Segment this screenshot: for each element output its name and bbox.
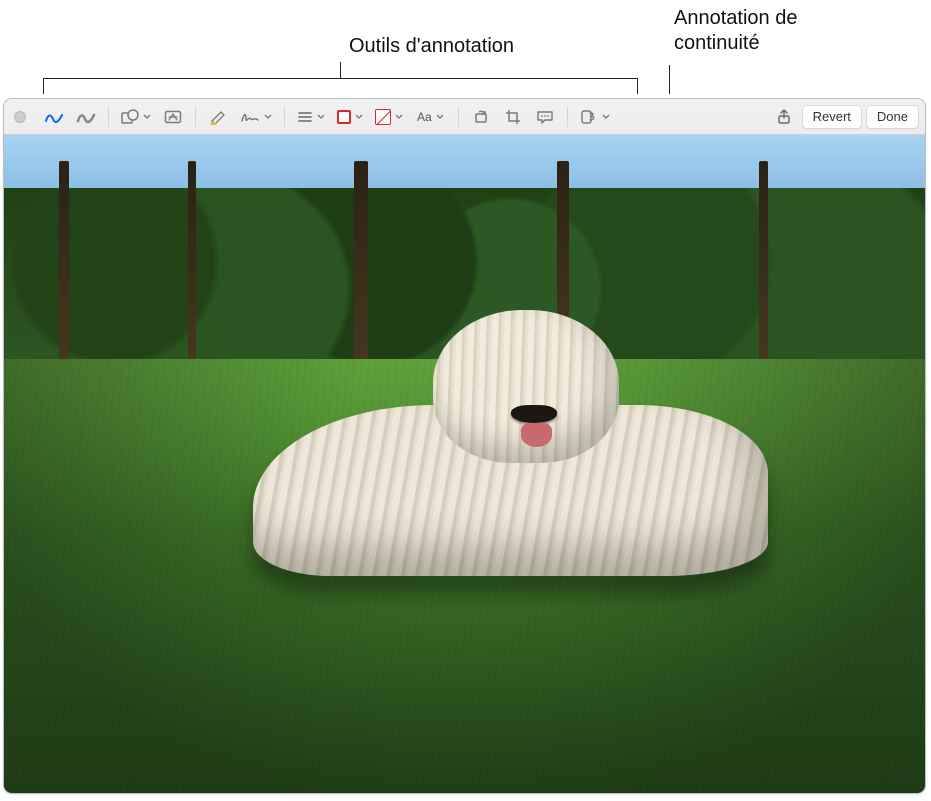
toolbar-separator bbox=[567, 107, 568, 127]
callout-bracket-stem bbox=[340, 62, 341, 78]
border-color-swatch bbox=[337, 110, 351, 124]
toolbar-separator bbox=[284, 107, 285, 127]
fill-color-swatch bbox=[375, 109, 391, 125]
dog-tongue bbox=[521, 423, 552, 447]
chevron-down-icon bbox=[395, 113, 403, 121]
rotate-icon bbox=[473, 109, 489, 125]
callout-continuity-annotation: Annotation de continuité bbox=[674, 6, 797, 56]
chevron-down-icon bbox=[355, 113, 363, 121]
shape-style-icon bbox=[297, 109, 313, 125]
markup-window: Aa Revert Done bbox=[3, 98, 926, 794]
highlight-button[interactable] bbox=[204, 105, 232, 129]
toolbar-separator bbox=[458, 107, 459, 127]
sketch-tool-button[interactable] bbox=[40, 105, 68, 129]
chevron-down-icon bbox=[264, 113, 272, 121]
toolbar-separator bbox=[195, 107, 196, 127]
shape-style-button[interactable] bbox=[293, 105, 329, 129]
text-style-button[interactable]: Aa bbox=[411, 105, 450, 129]
draw-icon bbox=[76, 109, 96, 125]
sign-button[interactable] bbox=[236, 105, 276, 129]
done-label: Done bbox=[877, 109, 908, 124]
dog-nose bbox=[511, 405, 557, 423]
shapes-button[interactable] bbox=[117, 105, 155, 129]
text-style-label: Aa bbox=[417, 110, 432, 124]
fill-color-button[interactable] bbox=[371, 105, 407, 129]
annotate-on-device-icon bbox=[580, 109, 598, 125]
image-canvas[interactable] bbox=[4, 135, 925, 793]
chevron-down-icon bbox=[317, 113, 325, 121]
callouts: Outils d'annotation Annotation de contin… bbox=[0, 0, 931, 100]
sketch-icon bbox=[44, 109, 64, 125]
chevron-down-icon bbox=[143, 113, 151, 121]
annotate-on-device-button[interactable] bbox=[576, 105, 614, 129]
shapes-icon bbox=[121, 109, 139, 125]
callout-bracket-left bbox=[43, 78, 44, 94]
markup-toolbar: Aa Revert Done bbox=[4, 99, 925, 135]
callout-bracket-right bbox=[637, 78, 638, 94]
text-icon bbox=[164, 109, 182, 125]
callout-bracket-horizontal bbox=[43, 78, 637, 79]
image-description-button[interactable] bbox=[531, 105, 559, 129]
callout-continuity-leader bbox=[669, 65, 670, 94]
done-button[interactable]: Done bbox=[866, 105, 919, 129]
callout-annotation-tools: Outils d'annotation bbox=[349, 34, 514, 59]
revert-button[interactable]: Revert bbox=[802, 105, 862, 129]
traffic-light-close[interactable] bbox=[14, 111, 26, 123]
text-tool-button[interactable] bbox=[159, 105, 187, 129]
share-button[interactable] bbox=[770, 105, 798, 129]
crop-button[interactable] bbox=[499, 105, 527, 129]
chevron-down-icon bbox=[436, 113, 444, 121]
rotate-button[interactable] bbox=[467, 105, 495, 129]
highlight-icon bbox=[209, 109, 227, 125]
revert-label: Revert bbox=[813, 109, 851, 124]
photo-placeholder bbox=[4, 135, 925, 793]
draw-tool-button[interactable] bbox=[72, 105, 100, 129]
image-description-icon bbox=[536, 109, 554, 125]
crop-icon bbox=[505, 109, 521, 125]
border-color-button[interactable] bbox=[333, 105, 367, 129]
toolbar-separator bbox=[108, 107, 109, 127]
dog-subject bbox=[253, 326, 769, 589]
share-icon bbox=[776, 109, 792, 125]
chevron-down-icon bbox=[602, 113, 610, 121]
sign-icon bbox=[240, 109, 260, 125]
